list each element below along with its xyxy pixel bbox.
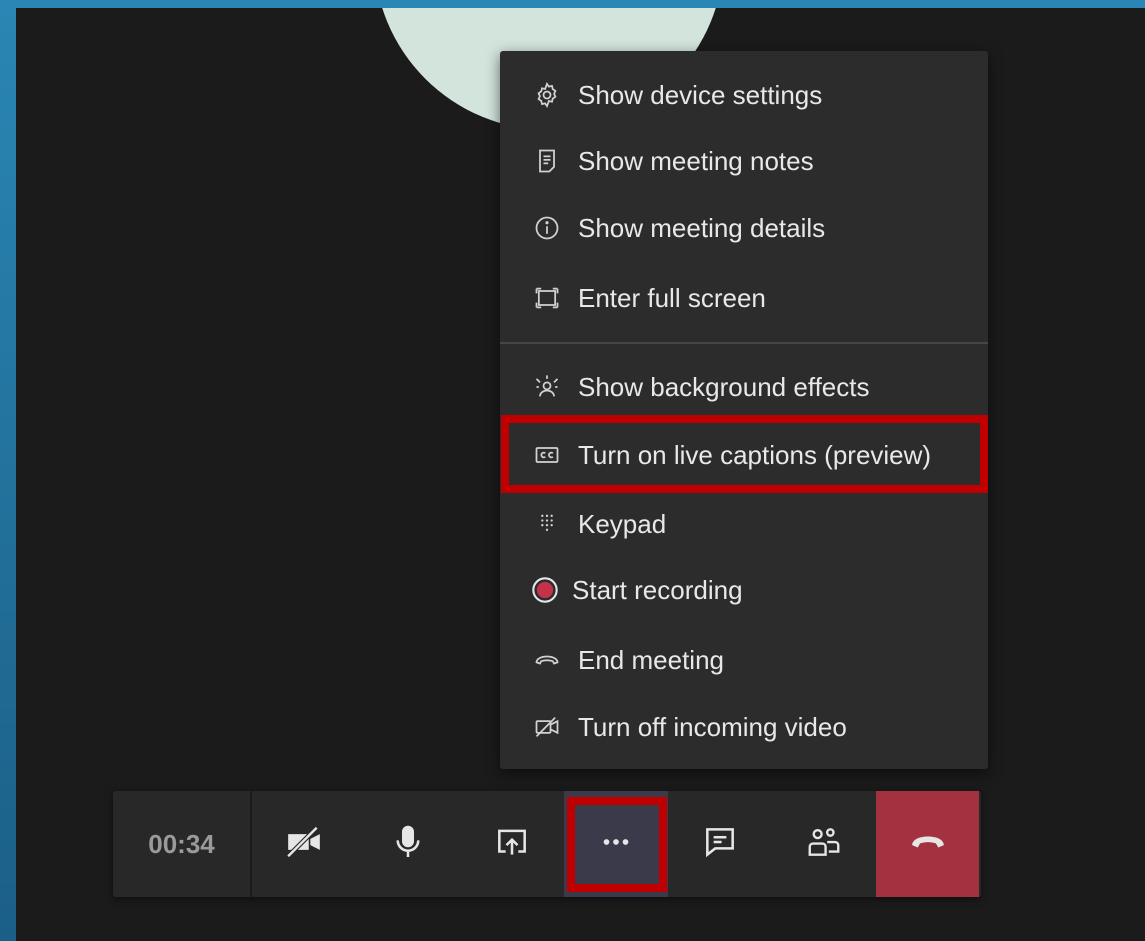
menu-item-device-settings[interactable]: Show device settings [500, 65, 988, 125]
menu-item-label: Keypad [578, 508, 667, 539]
more-actions-button[interactable] [564, 791, 668, 897]
keypad-icon [530, 507, 564, 541]
share-icon [493, 823, 531, 866]
menu-item-meeting-notes[interactable]: Show meeting notes [500, 131, 988, 191]
participants-button[interactable] [772, 791, 876, 897]
microphone-toggle-button[interactable] [356, 791, 460, 897]
menu-divider [500, 342, 988, 344]
menu-item-label: End meeting [578, 644, 724, 675]
menu-item-label: Show device settings [578, 79, 823, 110]
background-effects-icon [530, 370, 564, 404]
menu-item-label: Start recording [572, 574, 743, 605]
video-off-icon [530, 710, 564, 744]
share-screen-button[interactable] [460, 791, 564, 897]
menu-item-label: Turn off incoming video [578, 711, 847, 742]
menu-item-incoming-video[interactable]: Turn off incoming video [500, 697, 988, 757]
menu-item-keypad[interactable]: Keypad [500, 494, 988, 554]
menu-item-label: Enter full screen [578, 282, 766, 313]
hang-up-icon [909, 823, 947, 866]
more-actions-menu: Show device settings Show meeting notes … [500, 51, 988, 769]
end-call-icon [530, 643, 564, 677]
notes-icon [530, 144, 564, 178]
menu-item-end-meeting[interactable]: End meeting [500, 630, 988, 690]
menu-item-label: Show background effects [578, 371, 870, 402]
call-timer: 00:34 [113, 791, 252, 897]
chat-icon [701, 823, 739, 866]
more-icon [597, 823, 635, 866]
chat-button[interactable] [668, 791, 772, 897]
menu-item-live-captions[interactable]: Turn on live captions (preview) [500, 425, 988, 485]
camera-toggle-button[interactable] [252, 791, 356, 897]
menu-item-start-recording[interactable]: Start recording [500, 560, 988, 620]
menu-item-label: Show meeting notes [578, 145, 814, 176]
camera-off-icon [285, 823, 323, 866]
fullscreen-icon [530, 281, 564, 315]
menu-item-label: Turn on live captions (preview) [578, 439, 932, 470]
record-icon [528, 573, 562, 607]
people-icon [805, 823, 843, 866]
call-toolbar: 00:34 [113, 791, 981, 897]
info-icon [530, 211, 564, 245]
microphone-icon [389, 823, 427, 866]
captions-icon [530, 438, 564, 472]
menu-item-meeting-details[interactable]: Show meeting details [500, 198, 988, 258]
hang-up-button[interactable] [876, 791, 979, 897]
gear-icon [530, 78, 564, 112]
menu-item-background-effects[interactable]: Show background effects [500, 357, 988, 417]
menu-item-full-screen[interactable]: Enter full screen [500, 268, 988, 328]
menu-item-label: Show meeting details [578, 212, 826, 243]
